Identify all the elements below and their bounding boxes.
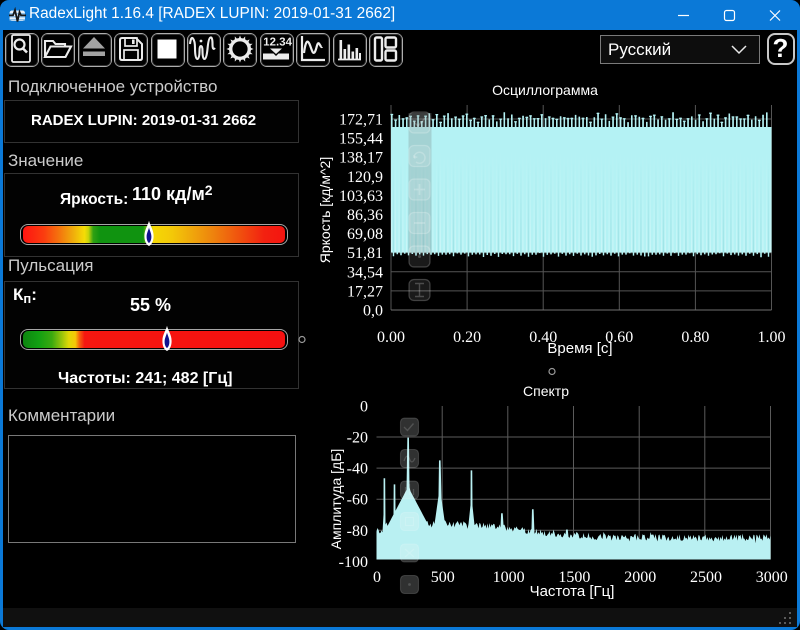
svg-text:0.00: 0.00 — [377, 329, 405, 346]
svg-text:-100: -100 — [339, 554, 368, 571]
svg-text:Спектр: Спектр — [523, 383, 569, 399]
svg-text:1000: 1000 — [493, 569, 525, 586]
svg-text:0,0: 0,0 — [363, 303, 383, 320]
svg-text:2000: 2000 — [624, 569, 656, 586]
svg-text:0: 0 — [373, 569, 381, 586]
svg-text:0.20: 0.20 — [453, 329, 481, 346]
svg-text:103,63: 103,63 — [339, 188, 383, 205]
svg-text:120,9: 120,9 — [347, 169, 383, 186]
svg-text:34,54: 34,54 — [347, 264, 383, 281]
svg-text:-20: -20 — [347, 430, 368, 447]
svg-text:500: 500 — [431, 569, 455, 586]
svg-text:172,71: 172,71 — [339, 112, 383, 129]
svg-text:-40: -40 — [347, 461, 368, 478]
svg-text:138,17: 138,17 — [339, 150, 383, 167]
svg-text:-60: -60 — [347, 492, 368, 509]
svg-text:2500: 2500 — [690, 569, 722, 586]
svg-text:Яркость [кд/м^2]: Яркость [кд/м^2] — [317, 157, 333, 264]
svg-text:Время [c]: Время [c] — [547, 340, 612, 357]
svg-text:86,36: 86,36 — [347, 207, 383, 224]
svg-text:51,81: 51,81 — [347, 245, 383, 262]
svg-text:-80: -80 — [347, 523, 368, 540]
svg-text:0: 0 — [360, 398, 368, 415]
svg-text:17,27: 17,27 — [347, 283, 383, 300]
svg-text:155,44: 155,44 — [339, 131, 383, 148]
svg-text:Осциллограмма: Осциллограмма — [492, 82, 598, 98]
svg-text:0.80: 0.80 — [681, 329, 709, 346]
svg-text:Амплитуда [дБ]: Амплитуда [дБ] — [328, 449, 344, 550]
svg-text:Частота [Гц]: Частота [Гц] — [530, 583, 615, 600]
svg-text:3000: 3000 — [756, 569, 788, 586]
svg-text:69,08: 69,08 — [347, 226, 383, 243]
svg-text:1.00: 1.00 — [758, 329, 786, 346]
